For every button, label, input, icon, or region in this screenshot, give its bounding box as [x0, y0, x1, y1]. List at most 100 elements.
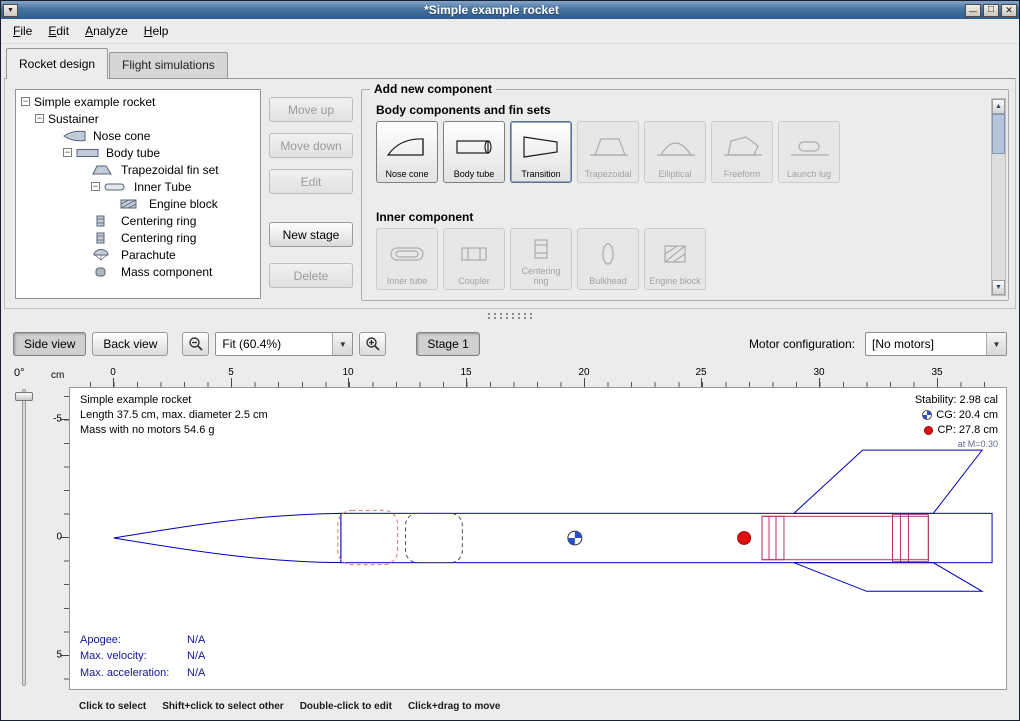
tree-item-rocket[interactable]: Simple example rocket [18, 93, 258, 110]
close-button[interactable] [1001, 4, 1017, 17]
delete-button[interactable]: Delete [269, 263, 353, 288]
tree-item-label: Sustainer [48, 112, 99, 126]
parachute-icon [91, 249, 117, 261]
engine-block-icon [653, 233, 697, 276]
add-body-tube-button[interactable]: Body tube [443, 121, 505, 183]
window-menu-icon[interactable] [3, 4, 18, 17]
nose-cone-icon [385, 126, 429, 169]
tree-item-body-tube[interactable]: Body tube [18, 144, 258, 161]
menu-edit[interactable]: Edit [40, 20, 77, 42]
zoom-in-button[interactable] [359, 332, 386, 356]
ruler-number: 25 [695, 367, 706, 378]
add-centering-ring-button[interactable]: Centering ring [510, 228, 572, 290]
chevron-down-icon[interactable] [332, 333, 352, 355]
tree-item-label: Parachute [121, 248, 176, 262]
tree-item-label: Centering ring [121, 231, 196, 245]
body-component-buttons: Nose cone Body tube Transition Trapezoid… [376, 121, 840, 183]
flight-summary: Apogee:N/A Max. velocity:N/A Max. accele… [80, 632, 205, 682]
add-engine-block-button[interactable]: Engine block [644, 228, 706, 290]
ruler-number: 0 [110, 367, 116, 378]
motor-configuration-select[interactable]: [No motors] [865, 332, 1007, 356]
tree-item-centering-ring-2[interactable]: Centering ring [18, 229, 258, 246]
tree-item-fin-set[interactable]: Trapezoidal fin set [18, 161, 258, 178]
tree-collapse-icon[interactable] [91, 182, 100, 191]
panel-splitter[interactable] [1, 310, 1019, 322]
edit-button[interactable]: Edit [269, 169, 353, 194]
app-window: *Simple example rocket File Edit Analyze… [0, 0, 1020, 721]
motor-configuration-label: Motor configuration: [749, 337, 855, 351]
hint-click-select: Click to select [79, 701, 146, 712]
group-title: Add new component [370, 82, 496, 96]
minimize-button[interactable] [965, 4, 981, 17]
add-inner-tube-button[interactable]: Inner tube [376, 228, 438, 290]
add-component-group: Add new component Body components and fi… [361, 89, 1009, 301]
tree-item-parachute[interactable]: Parachute [18, 246, 258, 263]
ruler-number: 30 [813, 367, 824, 378]
rotation-angle-label: 0° [14, 367, 25, 379]
tree-item-centering-ring-1[interactable]: Centering ring [18, 212, 258, 229]
centering-ring-icon [519, 233, 563, 266]
tab-rocket-design[interactable]: Rocket design [6, 48, 108, 79]
body-tube-icon [452, 126, 496, 169]
main-tabs: Rocket design Flight simulations [6, 47, 229, 78]
status-bar: Click to select Shift+click to select ot… [1, 697, 1019, 715]
tree-collapse-icon[interactable] [21, 97, 30, 106]
hint-click-drag: Click+drag to move [408, 701, 501, 712]
menu-help[interactable]: Help [136, 20, 177, 42]
tab-flight-simulations[interactable]: Flight simulations [109, 52, 228, 78]
tree-item-inner-tube[interactable]: Inner Tube [18, 178, 258, 195]
add-transition-button[interactable]: Transition [510, 121, 572, 183]
ruler-unit-label: cm [51, 370, 64, 381]
rocket-name: Simple example rocket [80, 393, 268, 408]
tree-item-engine-block[interactable]: Engine block [18, 195, 258, 212]
inner-tube-icon [385, 233, 429, 276]
inner-component-buttons: Inner tube Coupler Centering ring Bulkhe… [376, 228, 706, 290]
tree-item-sustainer[interactable]: Sustainer [18, 110, 258, 127]
tree-item-mass-component[interactable]: Mass component [18, 263, 258, 280]
stage-1-toggle[interactable]: Stage 1 [416, 332, 479, 356]
freeform-fin-icon [720, 126, 764, 169]
elliptical-fin-icon [653, 126, 697, 169]
rocket-view-canvas[interactable]: Simple example rocket Length 37.5 cm, ma… [69, 387, 1007, 690]
chevron-down-icon[interactable] [986, 333, 1006, 355]
zoom-level-select[interactable]: Fit (60.4%) [215, 332, 353, 356]
maximize-button[interactable] [983, 4, 999, 17]
new-stage-button[interactable]: New stage [269, 222, 353, 247]
add-nose-cone-button[interactable]: Nose cone [376, 121, 438, 183]
max-velocity-value: N/A [187, 648, 205, 665]
menu-file[interactable]: File [5, 20, 40, 42]
move-up-button[interactable]: Move up [269, 97, 353, 122]
apogee-label: Apogee: [80, 632, 187, 649]
tree-item-nose-cone[interactable]: Nose cone [18, 127, 258, 144]
move-down-button[interactable]: Move down [269, 133, 353, 158]
rotation-slider-thumb[interactable] [15, 392, 33, 401]
scroll-down-icon[interactable] [992, 280, 1005, 295]
menu-analyze[interactable]: Analyze [77, 20, 136, 42]
magnifier-minus-icon [188, 336, 204, 352]
cp-marker-icon [924, 426, 933, 435]
ruler-number: 10 [342, 367, 353, 378]
tree-collapse-icon[interactable] [63, 148, 72, 157]
body-components-label: Body components and fin sets [376, 103, 551, 117]
scroll-up-icon[interactable] [992, 99, 1005, 114]
window-title: *Simple example rocket [20, 3, 963, 17]
zoom-out-button[interactable] [182, 332, 209, 356]
add-freeform-fin-button[interactable]: Freeform [711, 121, 773, 183]
add-bulkhead-button[interactable]: Bulkhead [577, 228, 639, 290]
component-tree[interactable]: Simple example rocket Sustainer Nose con… [15, 89, 261, 299]
scrollbar-thumb[interactable] [992, 114, 1005, 154]
ruler-number: 20 [578, 367, 589, 378]
component-scrollbar[interactable] [991, 98, 1006, 296]
add-elliptical-fin-button[interactable]: Elliptical [644, 121, 706, 183]
add-coupler-button[interactable]: Coupler [443, 228, 505, 290]
rotation-slider[interactable] [22, 389, 26, 686]
add-trapezoidal-fin-button[interactable]: Trapezoidal [577, 121, 639, 183]
rocket-mass: Mass with no motors 54.6 g [80, 423, 268, 438]
tree-collapse-icon[interactable] [35, 114, 44, 123]
fin-set-icon [91, 164, 117, 176]
add-launch-lug-button[interactable]: Launch lug [778, 121, 840, 183]
launch-lug-icon [787, 126, 831, 169]
back-view-button[interactable]: Back view [92, 332, 168, 356]
side-view-button[interactable]: Side view [13, 332, 86, 356]
cg-marker-icon [922, 410, 932, 420]
